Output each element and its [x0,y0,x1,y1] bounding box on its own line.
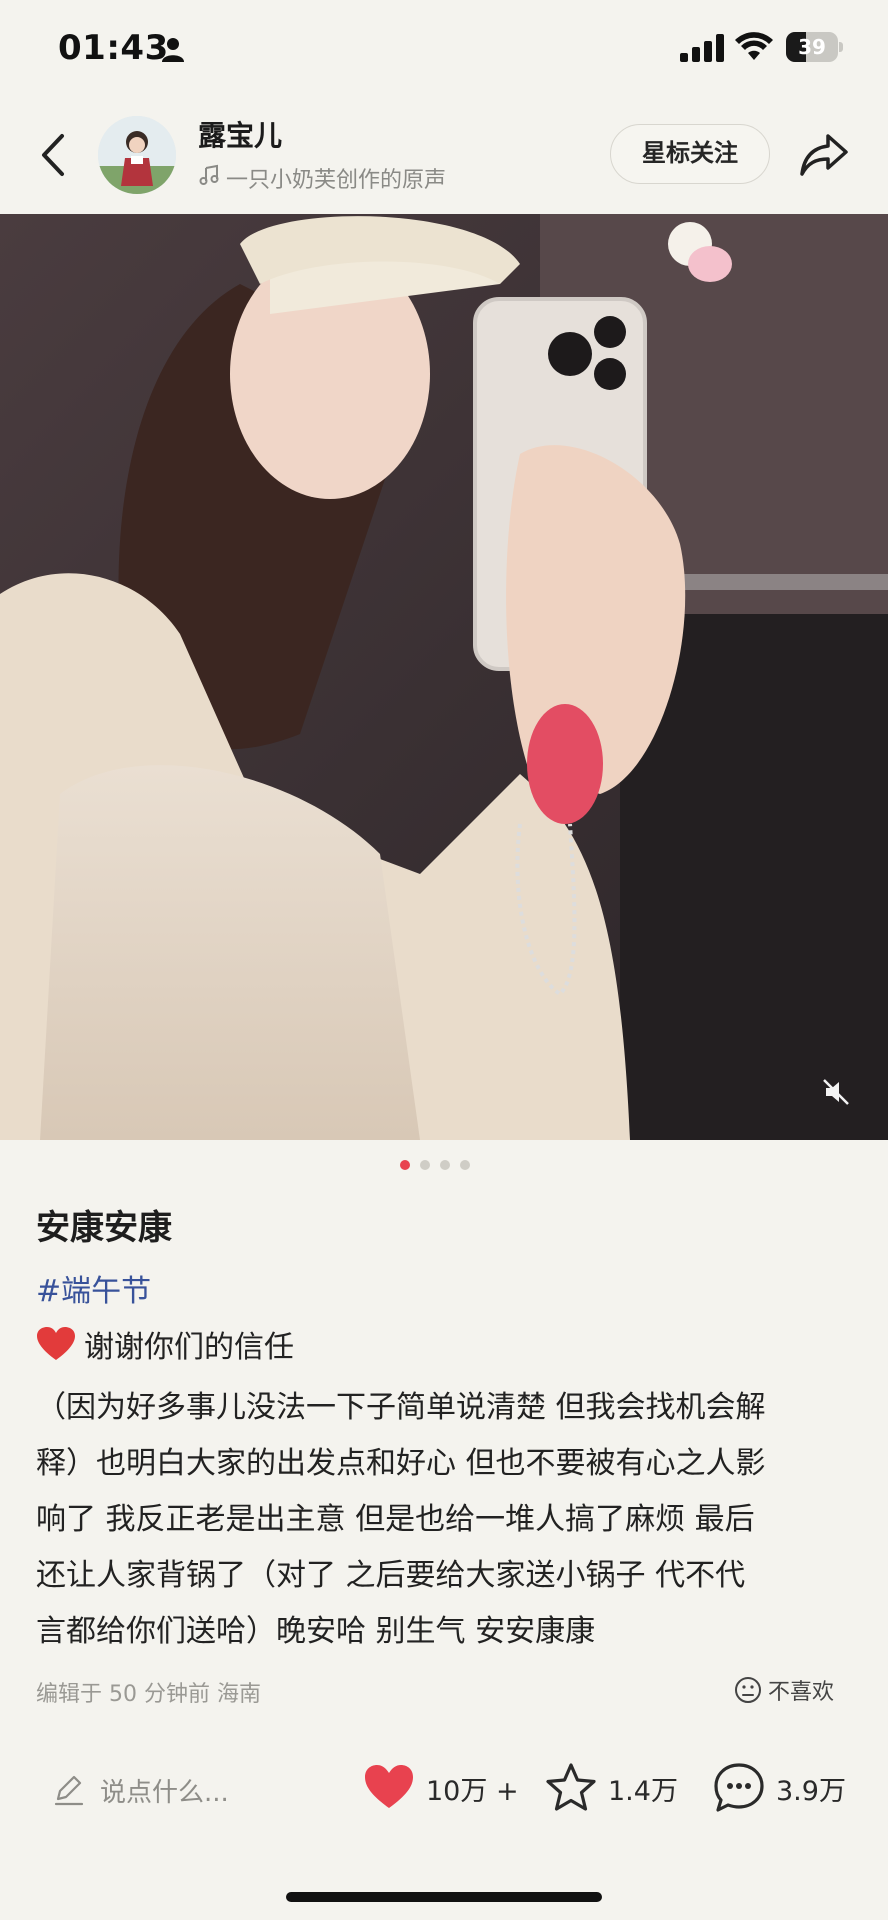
battery-icon: 39 [786,32,843,62]
favorite-count: 1.4万 [608,1775,678,1807]
carousel-dot [460,1160,470,1170]
first-line-text: 谢谢你们的信任 [84,1330,294,1365]
music-icon [199,164,219,185]
comment-input[interactable]: 说点什么... [52,1768,229,1812]
person-icon [162,38,184,62]
back-icon[interactable] [34,130,74,180]
carousel-dot [420,1160,430,1170]
post-first-line: 谢谢你们的信任 [36,1322,294,1366]
body-line: （因为好多事儿没法一下子简单说清楚 但我会找机会解 [36,1390,766,1425]
body-line: 响了 我反正老是出主意 但是也给一堆人搞了麻烦 最后 [36,1502,755,1537]
dislike-face-icon [735,1677,761,1703]
comment-placeholder: 说点什么... [100,1777,229,1808]
music-source[interactable]: 一只小奶芙创作的原声 [226,162,446,194]
carousel-dot [440,1160,450,1170]
star-icon [546,1763,596,1811]
battery-level: 39 [798,35,826,59]
carousel-indicator [400,1160,470,1174]
edit-meta: 编辑于 50 分钟前 海南 [36,1682,261,1707]
star-follow-button[interactable]: 星标关注 [610,124,770,184]
status-bar: 01:43 39 [0,0,888,100]
like-count: 10万 + [426,1775,519,1807]
bottom-action-bar: 说点什么... 10万 + 1.4万 3.9万 [0,1746,888,1830]
body-line: 释）也明白大家的出发点和好心 但也不要被有心之人影 [36,1446,766,1481]
heart-icon [365,1765,413,1808]
post-body: （因为好多事儿没法一下子简单说清楚 但我会找机会解 释）也明白大家的出发点和好心… [36,1380,856,1660]
dislike-label: 不喜欢 [768,1680,835,1705]
share-icon[interactable] [798,128,850,180]
author-name[interactable]: 露宝儿 [198,114,282,154]
post-header: 露宝儿 一只小奶芙创作的原声 星标关注 [0,100,888,214]
comment-button[interactable]: 3.9万 [712,1756,846,1820]
body-line: 还让人家背锅了（对了 之后要给大家送小锅子 代不代 [36,1558,746,1593]
wifi-icon [735,32,773,60]
home-indicator[interactable] [286,1892,602,1902]
red-heart-icon [37,1327,75,1360]
comment-count: 3.9万 [776,1775,846,1807]
signal-icon [680,34,724,62]
like-button[interactable]: 10万 + [362,1756,519,1820]
avatar[interactable] [98,116,176,194]
post-title: 安康安康 [36,1208,172,1248]
favorite-button[interactable]: 1.4万 [544,1756,678,1820]
post-photo[interactable] [0,214,888,1140]
mute-icon[interactable] [822,1078,850,1106]
carousel-dot [400,1160,410,1170]
hashtag-link[interactable]: #端午节 [36,1266,151,1310]
status-time: 01:43 [58,28,169,68]
body-line: 言都给你们送哈）晚安哈 别生气 安安康康 [36,1614,596,1649]
comment-bubble-icon [714,1763,764,1812]
pen-icon [54,1775,84,1806]
dislike-button[interactable]: 不喜欢 [734,1674,834,1706]
